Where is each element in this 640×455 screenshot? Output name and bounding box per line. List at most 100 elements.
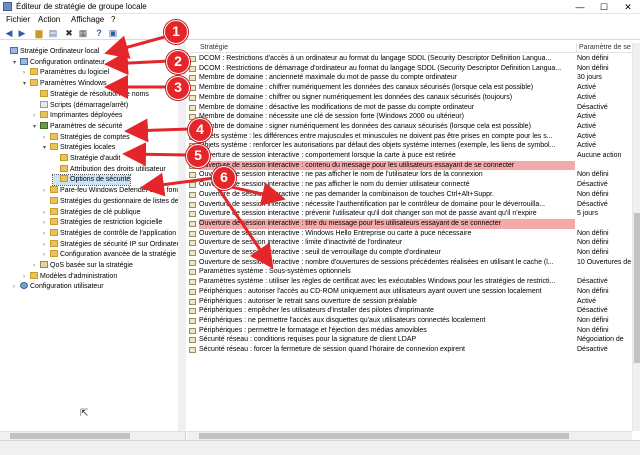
tree-node[interactable]: › Stratégies de sécurité IP sur Ordinateu… — [43, 239, 185, 250]
tree-horizontal-scrollbar[interactable] — [0, 431, 185, 440]
table-row[interactable]: Sécurité réseau : forcer la fermeture de… — [187, 345, 632, 355]
expand-chevron-icon[interactable]: › — [23, 272, 30, 282]
minimize-button[interactable]: — — [568, 0, 592, 14]
policy-name: Paramètres système : utiliser les règles… — [199, 278, 556, 286]
tree-node[interactable]: ▾ Configuration ordinateur — [13, 57, 105, 68]
expand-chevron-icon[interactable]: › — [33, 111, 40, 121]
tree-node[interactable]: › Stratégies de contrôle de l'application — [43, 228, 176, 239]
list-vertical-scrollbar[interactable] — [632, 43, 640, 431]
expand-chevron-icon[interactable]: › — [13, 282, 20, 292]
collapse-chevron-icon[interactable]: ▾ — [13, 58, 20, 68]
forward-arrow-icon[interactable]: ▶ — [17, 28, 27, 38]
tree-node[interactable]: › QoS basée sur la stratégie — [33, 261, 133, 271]
expand-chevron-icon[interactable]: › — [43, 240, 50, 250]
table-row[interactable]: Objets système : les différences entre m… — [187, 132, 632, 142]
table-row[interactable]: Membre de domaine : chiffrer ou signer n… — [187, 93, 632, 103]
tree-node[interactable]: Attribution des droits utilisateur — [53, 164, 166, 175]
maximize-button[interactable]: ☐ — [592, 0, 616, 14]
tree-node[interactable]: › Modèles d'administration — [23, 271, 117, 282]
tree-vertical-scrollbar[interactable] — [178, 43, 186, 431]
menu-fichier[interactable]: Fichier — [6, 15, 30, 24]
tree-node[interactable]: › Configuration utilisateur — [13, 282, 104, 292]
tree-node[interactable]: › Stratégies de restriction logicielle — [43, 218, 162, 228]
policy-name: Membre de domaine : nécessite une clé de… — [199, 113, 464, 121]
properties-icon[interactable]: ▦ — [78, 28, 88, 38]
tree-node[interactable]: › Imprimantes déployées — [33, 111, 122, 121]
table-row[interactable]: Membre de domaine : désactive les modifi… — [187, 103, 632, 113]
policy-name: Sécurité réseau : conditions requises po… — [199, 336, 417, 344]
table-row[interactable]: Objets système : renforcer les autorisat… — [187, 141, 632, 151]
table-row[interactable]: Ouverture de session interactive : néces… — [187, 200, 632, 210]
expand-chevron-icon[interactable]: › — [43, 250, 50, 260]
list-horizontal-scrollbar[interactable] — [187, 431, 632, 440]
table-row[interactable]: Ouverture de session interactive : compo… — [187, 151, 632, 161]
tree-node[interactable]: ▾ Paramètres de sécurité — [33, 121, 122, 132]
menu-action[interactable]: Action — [38, 15, 60, 24]
policy-setting-icon — [189, 94, 196, 101]
delete-icon[interactable]: ✖ — [64, 28, 74, 38]
menu-affichage[interactable]: Affichage — [71, 15, 104, 24]
table-row[interactable]: Membre de domaine : chiffrer numériqueme… — [187, 83, 632, 93]
table-row[interactable]: Ouverture de session interactive : limit… — [187, 238, 632, 248]
table-row[interactable]: Périphériques : ne permettre l'accès aux… — [187, 316, 632, 326]
tree-scroll-thumb[interactable] — [10, 433, 130, 439]
table-row[interactable]: Ouverture de session interactive : conte… — [187, 160, 632, 171]
table-row[interactable]: Ouverture de session interactive : ne pa… — [187, 190, 632, 200]
table-row[interactable]: Ouverture de session interactive : nombr… — [187, 258, 632, 268]
table-row[interactable]: Périphériques : autoriser l'accès au CD-… — [187, 287, 632, 297]
expand-chevron-icon[interactable]: › — [43, 186, 50, 196]
expand-chevron-icon[interactable]: › — [23, 68, 30, 78]
console-icon[interactable]: ▣ — [108, 28, 118, 38]
expand-chevron-icon[interactable]: › — [43, 229, 50, 239]
collapse-chevron-icon[interactable]: ▾ — [43, 143, 50, 153]
table-row[interactable]: Périphériques : autoriser le retrait san… — [187, 297, 632, 307]
back-arrow-icon[interactable]: ◀ — [4, 28, 14, 38]
expand-chevron-icon[interactable]: › — [43, 208, 50, 218]
table-row[interactable]: Périphériques : empêcher les utilisateur… — [187, 306, 632, 316]
table-row[interactable]: Membre de domaine : ancienneté maximale … — [187, 73, 632, 83]
expand-chevron-icon[interactable]: › — [43, 133, 50, 143]
tree-node[interactable]: Stratégies du gestionnaire de listes de … — [43, 196, 185, 207]
expand-chevron-icon[interactable]: › — [43, 218, 50, 228]
show-tree-icon[interactable]: ▤ — [48, 28, 58, 38]
menu-help[interactable]: ? — [111, 15, 115, 24]
tree-node-label: Pare-feu Windows Defender avec fonctions… — [60, 187, 185, 195]
column-header-policy[interactable]: Stratégie — [200, 43, 228, 53]
table-row[interactable]: Membre de domaine : signer numériquement… — [187, 122, 632, 132]
list-vscroll-thumb[interactable] — [634, 213, 640, 363]
expand-chevron-icon[interactable]: › — [33, 261, 40, 271]
table-row[interactable]: Périphériques : permettre le formatage e… — [187, 326, 632, 336]
close-button[interactable]: ✕ — [616, 0, 640, 14]
tree-node[interactable]: › Paramètres du logiciel — [23, 68, 109, 78]
tree-node[interactable]: Stratégie Ordinateur local — [3, 47, 99, 57]
table-row[interactable]: Paramètres système : Sous-systèmes optio… — [187, 267, 632, 277]
collapse-chevron-icon[interactable]: ▾ — [23, 79, 30, 89]
table-row[interactable]: Ouverture de session interactive : ne pa… — [187, 180, 632, 190]
list-hscroll-thumb[interactable] — [199, 433, 569, 439]
table-row[interactable]: Membre de domaine : nécessite une clé de… — [187, 112, 632, 122]
folder-up-icon[interactable]: ▆ — [34, 28, 44, 38]
tree-node[interactable]: Stratégie d'audit — [53, 154, 120, 164]
table-row[interactable]: Ouverture de session interactive : préve… — [187, 209, 632, 219]
tree-node[interactable]: ▾ Stratégies locales — [43, 143, 115, 153]
table-row[interactable]: Paramètres système : utiliser les règles… — [187, 277, 632, 287]
tree-node[interactable]: ▾ Paramètres Windows — [23, 79, 107, 89]
table-row[interactable]: Ouverture de session interactive : ne pa… — [187, 170, 632, 180]
tree-node[interactable]: › Stratégies de comptes — [43, 132, 130, 143]
tree-node[interactable]: › Pare-feu Windows Defender avec fonction… — [43, 186, 185, 196]
tree-node[interactable]: Options de sécurité — [51, 174, 132, 187]
table-row[interactable]: Ouverture de session interactive : Windo… — [187, 229, 632, 239]
column-header-setting[interactable]: Paramètre de se — [576, 43, 631, 53]
table-row[interactable]: Ouverture de session interactive : titre… — [187, 218, 632, 229]
table-row[interactable]: DCOM : Restrictions d'accès à un ordinat… — [187, 54, 632, 64]
folder-icon — [50, 186, 58, 194]
tree-node[interactable]: › Stratégies de clé publique — [43, 207, 141, 218]
table-row[interactable]: DCOM : Restrictions de démarrage d'ordin… — [187, 64, 632, 74]
table-row[interactable]: Sécurité réseau : conditions requises po… — [187, 335, 632, 345]
tree-node[interactable]: Stratégie de résolution de noms — [33, 89, 149, 100]
table-row[interactable]: Ouverture de session interactive : seuil… — [187, 248, 632, 258]
tree-node[interactable]: › Configuration avancée de la stratégie d… — [43, 250, 185, 260]
tree-node[interactable]: Scripts (démarrage/arrêt) — [33, 100, 128, 111]
collapse-chevron-icon[interactable]: ▾ — [33, 122, 40, 132]
help-icon[interactable]: ? — [94, 28, 104, 38]
